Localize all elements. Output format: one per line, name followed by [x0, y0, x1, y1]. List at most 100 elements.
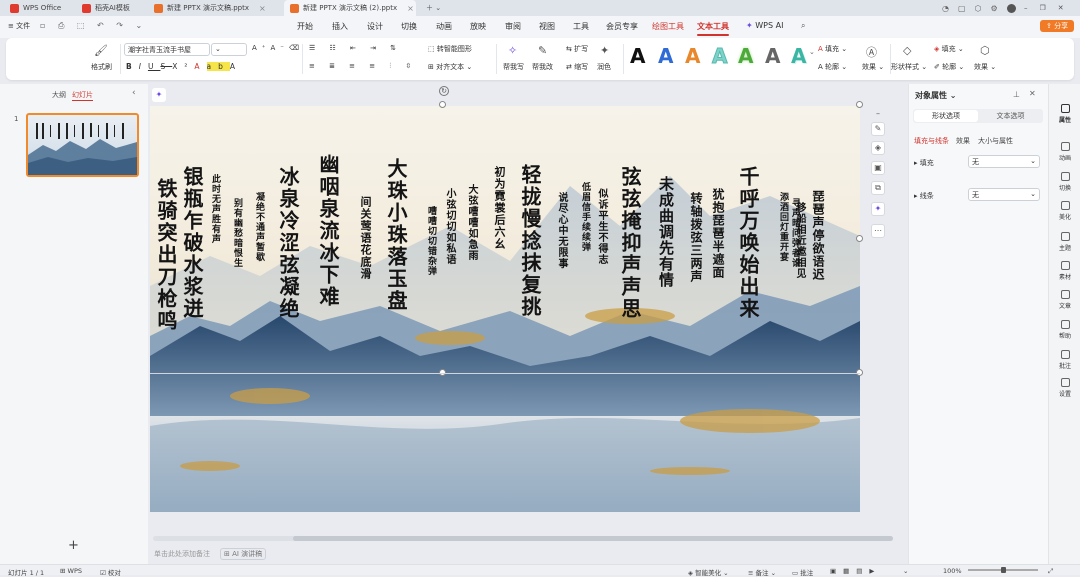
menu-review[interactable]: 审阅 [505, 21, 521, 32]
text-style-option-7[interactable]: A [791, 46, 806, 66]
restore-icon[interactable]: ❐ [1040, 4, 1046, 12]
menu-text-tools[interactable]: 文本工具 [697, 21, 729, 36]
list-buttons[interactable]: ☰ ☷ ⇤ ⇥ ⇅ [309, 44, 402, 52]
sync-icon[interactable]: ◔ [942, 4, 949, 13]
help-write-icon[interactable]: ✧ [508, 44, 517, 57]
poem-column[interactable]: 未成曲调先有情 [657, 176, 675, 288]
poem-column[interactable]: 轻拢慢捻抹复挑 [518, 164, 542, 318]
poem-column[interactable]: 此时无声胜有声 [210, 174, 220, 244]
outline-icon[interactable]: ▣ [871, 161, 885, 175]
tab-outline[interactable]: 大纲 [52, 90, 66, 100]
sidebar-item-4[interactable]: 美化 [1049, 201, 1080, 221]
ai-icon[interactable]: ✦ [871, 202, 885, 216]
rotate-handle-icon[interactable]: ↻ [439, 86, 449, 96]
poem-column[interactable]: 似诉平生不得志 [596, 188, 607, 265]
line-section-toggle[interactable]: ▸ 线条 [914, 191, 934, 201]
slide-thumbnail[interactable] [26, 113, 139, 177]
menu-drawing-tools[interactable]: 绘图工具 [652, 21, 684, 32]
fill-select[interactable]: 无 ⌄ [968, 155, 1040, 168]
text-fill-button[interactable]: A 填充 ⌄ [818, 44, 847, 54]
poem-column[interactable]: 大弦嘈嘈如急雨 [466, 184, 477, 261]
poem-column[interactable]: 千呼万唤始出来 [736, 166, 760, 320]
help-edit-icon[interactable]: ✎ [538, 44, 547, 57]
text-style-option-5[interactable]: A [738, 46, 753, 66]
sidebar-item-7[interactable]: 文章 [1049, 290, 1080, 310]
menu-design[interactable]: 设计 [367, 21, 383, 32]
file-menu[interactable]: ≡ 文件 [8, 21, 30, 31]
resize-handle-top-right[interactable] [856, 101, 863, 108]
help-write-button[interactable]: 帮我写 [503, 62, 524, 72]
resize-handle-top[interactable] [439, 101, 446, 108]
text-style-option-6[interactable]: A [765, 46, 780, 66]
poem-column[interactable]: 琵琶声停欲语迟 [811, 190, 825, 281]
tab-document-2[interactable]: 新建 PPTX 演示文稿 (2).pptx × [284, 0, 416, 16]
smart-shape-button[interactable]: ⬚ 转智能图形 [428, 44, 472, 54]
format-painter-icon[interactable]: 🖌 [94, 44, 108, 57]
help-edit-button[interactable]: 帮我改 [532, 62, 553, 72]
poem-column[interactable]: 铁骑突出刀枪鸣 [154, 178, 178, 332]
sidebar-item-2[interactable]: 动画 [1049, 142, 1080, 162]
scrollbar-thumb[interactable] [293, 536, 893, 541]
text-effect-button[interactable]: 效果 ⌄ [862, 62, 884, 72]
shape-outline-button[interactable]: ✐ 轮廓 ⌄ [934, 62, 964, 72]
poem-column[interactable]: 添酒回灯重开宴 [778, 192, 788, 262]
theme-indicator[interactable]: ⊞ WPS [60, 567, 82, 575]
menu-insert[interactable]: 插入 [332, 21, 348, 32]
resize-handle-right[interactable] [856, 235, 863, 242]
align-text-button[interactable]: ⊞ 对齐文本 ⌄ [428, 62, 472, 72]
slide-canvas[interactable]: 铁骑突出刀枪鸣 银瓶乍破水浆迸 此时无声胜有声 别有幽愁暗恨生 凝绝不通声暂歇 冰泉冷涩弦… [150, 106, 860, 512]
sidebar-item-1[interactable]: 属性 [1049, 104, 1080, 124]
poem-column[interactable]: 低眉信手续续弹 [580, 182, 590, 252]
new-tab-button[interactable]: ＋ ⌄ [420, 0, 447, 16]
cube-icon[interactable]: ⬡ [975, 4, 982, 13]
panel-title[interactable]: 对象属性 ⌄ [915, 90, 957, 101]
menu-slideshow[interactable]: 放映 [470, 21, 486, 32]
settings-icon[interactable]: ⚙ [991, 4, 998, 13]
text-style-option-3[interactable]: A [685, 46, 700, 66]
text-effect-icon[interactable]: Ⓐ [866, 44, 877, 60]
font-name-select[interactable]: 潮字社青玉流手书屋 [124, 43, 210, 56]
close-window-icon[interactable]: ✕ [1058, 4, 1064, 12]
poem-column[interactable]: 说尽心中无限事 [556, 192, 567, 269]
poem-column[interactable]: 初为霓裳后六幺 [493, 166, 506, 250]
avatar[interactable] [1006, 3, 1016, 13]
font-size-select[interactable]: ⌄ [211, 43, 247, 56]
menu-home[interactable]: 开始 [297, 21, 313, 32]
poem-column[interactable]: 犹抱琵琶半遮面 [711, 188, 725, 279]
tab-wps-office[interactable]: WPS Office [4, 0, 67, 16]
tab-text-options[interactable]: 文本选项 [979, 110, 1042, 122]
close-icon[interactable]: × [259, 4, 266, 13]
poem-column[interactable]: 小弦切切如私语 [444, 188, 455, 265]
shape-style-icon[interactable]: ◇ [903, 44, 911, 57]
sidebar-item-9[interactable]: 批注 [1049, 350, 1080, 370]
menu-member[interactable]: 会员专享 [606, 21, 638, 32]
menu-animation[interactable]: 动画 [436, 21, 452, 32]
comments-button[interactable]: ▭ 批注 [792, 567, 813, 577]
sidebar-item-8[interactable]: 帮助 [1049, 320, 1080, 340]
shape-effect-icon[interactable]: ⬡ [980, 44, 990, 57]
subtab-fill-line[interactable]: 填充与线条 [914, 136, 949, 146]
pin-icon[interactable]: ⊥ [1013, 90, 1020, 99]
close-icon[interactable]: ✕ [1029, 89, 1036, 98]
tab-slides[interactable]: 幻灯片 [72, 90, 93, 101]
shape-fill-button[interactable]: ◈ 填充 ⌄ [934, 44, 964, 54]
tab-document-1[interactable]: 新建 PPTX 演示文稿.pptx × [148, 0, 280, 16]
share-button[interactable]: ⇪ 分享 [1040, 20, 1075, 32]
text-style-option-4[interactable]: A [711, 46, 728, 67]
menu-wps-ai[interactable]: ✦ WPS AI [746, 21, 783, 30]
layout-icon[interactable]: ⧉ [871, 181, 885, 195]
menu-view[interactable]: 视图 [539, 21, 555, 32]
poem-column[interactable]: 凝绝不通声暂歇 [254, 192, 264, 262]
menu-transition[interactable]: 切换 [401, 21, 417, 32]
pen-icon[interactable]: ✎ [871, 122, 885, 136]
ai-speech-button[interactable]: ⊞ AI 演讲稿 [220, 548, 267, 560]
poem-column[interactable]: 移船相近邀相见 [794, 202, 805, 279]
tab-shape-options[interactable]: 形状选项 [914, 110, 978, 122]
sidebar-item-6[interactable]: 素材 [1049, 261, 1080, 281]
poem-column[interactable]: 别有幽愁暗恨生 [232, 198, 242, 268]
smart-beautify-button[interactable]: ◈ 智能美化 ⌄ [688, 567, 729, 577]
poem-column[interactable]: 幽咽泉流冰下难 [316, 154, 340, 308]
poem-column[interactable]: 嘈嘈切切错杂弹 [426, 206, 436, 276]
close-icon[interactable]: × [407, 4, 414, 13]
poem-column[interactable]: 大珠小珠落玉盘 [384, 158, 408, 312]
